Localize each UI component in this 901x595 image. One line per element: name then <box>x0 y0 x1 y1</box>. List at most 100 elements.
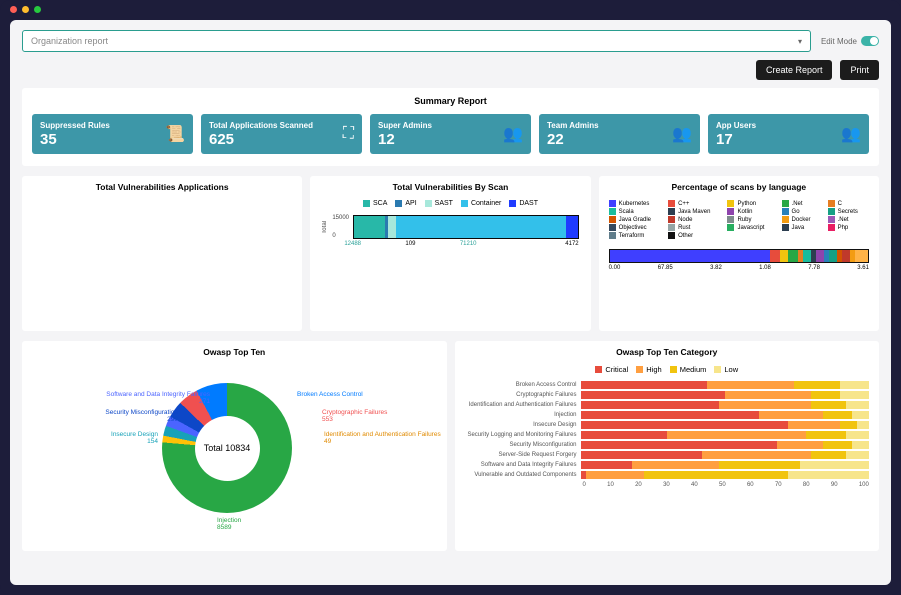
scan-ylabel: Total <box>322 221 328 234</box>
legend-label: Python <box>737 201 756 207</box>
legend-item: Python <box>727 200 775 207</box>
lang-title: Percentage of scans by language <box>599 182 879 192</box>
category-label: Server-Side Request Forgery <box>459 452 577 458</box>
legend-item: Rust <box>668 224 721 231</box>
legend-label: Scala <box>619 209 634 215</box>
maximize-icon[interactable] <box>34 6 41 13</box>
legend-swatch-icon <box>782 224 789 231</box>
legend-label: Java <box>792 225 805 231</box>
scan-value-label: 12488 <box>344 241 361 247</box>
legend-swatch-icon <box>595 366 602 373</box>
lang-stacked-bar <box>609 249 869 263</box>
legend-swatch-icon <box>782 216 789 223</box>
summary-panel: Summary Report Suppressed Rules35📜Total … <box>22 88 879 166</box>
legend-item: Docker <box>782 216 822 223</box>
legend-swatch-icon <box>727 216 734 223</box>
legend-item: Medium <box>670 365 707 374</box>
legend-item: API <box>395 200 416 207</box>
kpi-label: App Users <box>716 121 756 130</box>
lang-axis-label: 7.78 <box>808 265 820 271</box>
legend-item: Critical <box>595 365 628 374</box>
edit-mode-toggle[interactable] <box>861 36 879 46</box>
scroll-icon: 📜 <box>165 124 185 144</box>
category-row: Identification and Authentication Failur… <box>455 400 880 410</box>
owasp-category-card: Owasp Top Ten Category Critical High Mediu… <box>455 341 880 551</box>
ann-label: Broken Access Control <box>297 391 363 398</box>
legend-swatch-icon <box>609 232 616 239</box>
lang-card: Percentage of scans by language Kubernet… <box>599 176 879 331</box>
category-bar <box>581 381 870 389</box>
kpi-label: Super Admins <box>378 121 432 130</box>
ann-label: Insecure Design <box>111 431 158 438</box>
legend-label: Terraform <box>619 233 645 239</box>
legend-label: Php <box>838 225 849 231</box>
axis-tick: 60 <box>747 482 754 488</box>
vuln-apps-title: Total Vulnerabilities Applications <box>22 182 302 192</box>
legend-swatch-icon <box>782 208 789 215</box>
legend-swatch-icon <box>668 216 675 223</box>
lang-axis-label: 0.00 <box>609 265 621 271</box>
scan-stacked-bar <box>353 215 579 239</box>
category-label: Software and Data Integrity Failures <box>459 462 577 468</box>
minimize-icon[interactable] <box>22 6 29 13</box>
legend-item: DAST <box>509 200 538 207</box>
scan-value-label: 71210 <box>460 241 477 247</box>
category-label: Identification and Authentication Failur… <box>459 402 577 408</box>
legend-item: Low <box>714 365 738 374</box>
category-bar <box>581 451 870 459</box>
legend-label: C <box>838 201 842 207</box>
axis-tick: 20 <box>635 482 642 488</box>
owasp-cat-title: Owasp Top Ten Category <box>455 347 880 357</box>
lang-axis-label: 3.82 <box>710 265 722 271</box>
legend-label: Kotlin <box>737 209 752 215</box>
scan-ytick: 15000 <box>332 215 349 221</box>
report-select[interactable]: Organization report ▾ <box>22 30 811 52</box>
legend-label: Java Maven <box>678 209 710 215</box>
category-label: Cryptographic Failures <box>459 392 577 398</box>
legend-item: Node <box>668 216 721 223</box>
kpi-card: App Users17👥 <box>708 114 869 154</box>
legend-swatch-icon <box>395 200 402 207</box>
legend-label: Docker <box>792 217 811 223</box>
kpi-value: 22 <box>547 132 599 147</box>
legend-label: Java Gradle <box>619 217 651 223</box>
legend-item: Container <box>461 200 501 207</box>
legend-item: Php <box>828 224 869 231</box>
legend-item: Other <box>668 232 721 239</box>
legend-swatch-icon <box>363 200 370 207</box>
ann-label: Cryptographic Failures <box>322 409 387 416</box>
legend-label: SAST <box>435 200 453 207</box>
legend-label: Other <box>678 233 693 239</box>
legend-item: .Net <box>782 200 822 207</box>
legend-swatch-icon <box>668 232 675 239</box>
category-row: Vulnerable and Outdated Components <box>455 470 880 480</box>
legend-swatch-icon <box>727 200 734 207</box>
category-bar <box>581 431 870 439</box>
legend-label: Secrets <box>838 209 858 215</box>
legend-label: Medium <box>680 365 707 374</box>
legend-swatch-icon <box>670 366 677 373</box>
users-icon: 👥 <box>841 124 861 144</box>
legend-swatch-icon <box>509 200 516 207</box>
category-bar <box>581 391 870 399</box>
lang-axis-label: 67.85 <box>658 265 673 271</box>
owasp-title: Owasp Top Ten <box>22 347 447 357</box>
scan-icon: ⛶ <box>343 125 354 143</box>
legend-label: C++ <box>678 201 689 207</box>
legend-item: Ruby <box>727 216 775 223</box>
legend-label: High <box>646 365 661 374</box>
category-label: Insecure Design <box>459 422 577 428</box>
ann-label: Identification and Authentication Failur… <box>324 431 441 438</box>
create-report-button[interactable]: Create Report <box>756 60 833 80</box>
print-button[interactable]: Print <box>840 60 879 80</box>
close-icon[interactable] <box>10 6 17 13</box>
legend-label: Javascript <box>737 225 764 231</box>
legend-item: Java Gradle <box>609 216 662 223</box>
vuln-scan-title: Total Vulnerabilities By Scan <box>310 182 590 192</box>
legend-item: C <box>828 200 869 207</box>
legend-swatch-icon <box>714 366 721 373</box>
legend-swatch-icon <box>828 224 835 231</box>
category-bar <box>581 471 870 479</box>
kpi-card: Super Admins12👥 <box>370 114 531 154</box>
summary-title: Summary Report <box>32 96 869 106</box>
